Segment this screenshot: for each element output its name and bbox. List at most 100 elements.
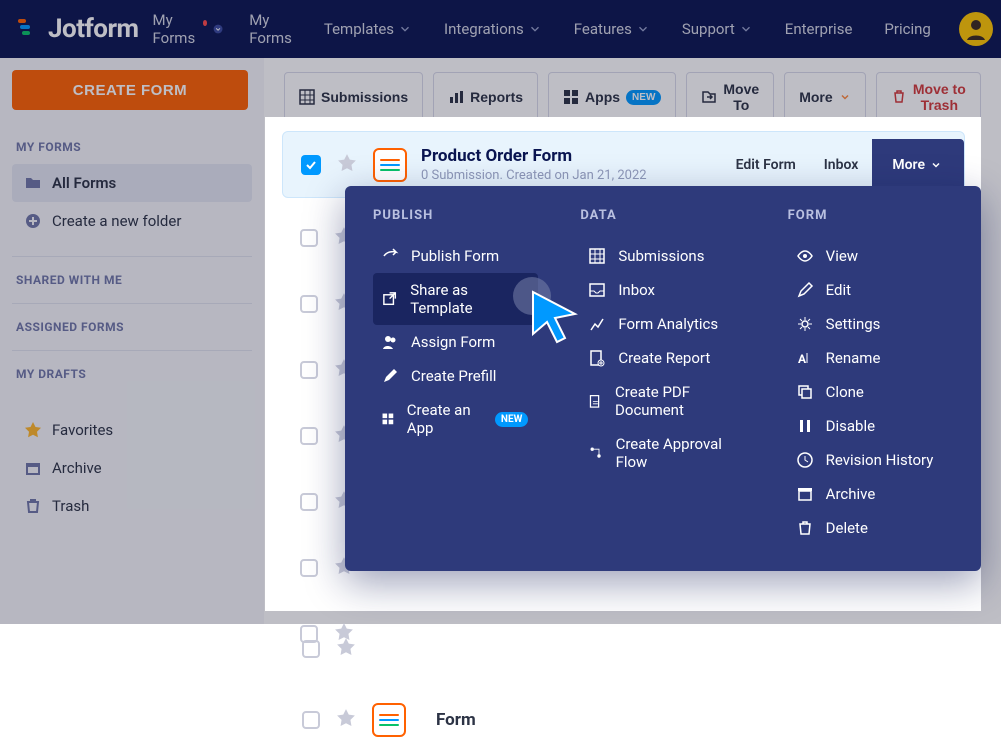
checkbox[interactable] [302, 711, 320, 729]
menu-submissions[interactable]: Submissions [580, 239, 745, 273]
checkbox[interactable] [300, 493, 318, 511]
toolbar-more[interactable]: More [784, 72, 865, 122]
svg-text:A: A [798, 352, 807, 366]
toolbar-apps[interactable]: AppsNEW [548, 72, 676, 122]
menu-col-data: DATA Submissions Inbox Form Analytics Cr… [580, 208, 745, 545]
button-label: Move To [723, 81, 759, 113]
star-icon [24, 421, 42, 439]
nav-label: Integrations [444, 20, 524, 38]
more-button[interactable]: More [872, 139, 964, 191]
menu-archive[interactable]: Archive [788, 477, 953, 511]
menu-settings[interactable]: Settings [788, 307, 953, 341]
menu-rename[interactable]: ARename [788, 341, 953, 375]
edit-form-link[interactable]: Edit Form [722, 149, 810, 181]
menu-label: Disable [826, 417, 875, 435]
archive-icon [796, 485, 814, 503]
sidebar-heading-assigned: ASSIGNED FORMS [16, 320, 248, 334]
nav-myforms-dropdown[interactable]: My Forms [153, 11, 234, 47]
create-form-button[interactable]: CREATE FORM [12, 70, 248, 110]
nav-support[interactable]: Support [666, 20, 769, 38]
checkbox[interactable] [300, 229, 318, 247]
menu-clone[interactable]: Clone [788, 375, 953, 409]
pdf-icon [588, 392, 603, 410]
trash-icon [891, 89, 907, 105]
sidebar-heading-shared: SHARED WITH ME [16, 273, 248, 287]
menu-label: Inbox [618, 281, 655, 299]
sidebar-item-new-folder[interactable]: Create a new folder [12, 202, 252, 240]
star-icon[interactable] [336, 708, 356, 732]
checkbox[interactable] [300, 295, 318, 313]
toolbar-move-to[interactable]: Move To [686, 72, 774, 122]
logo[interactable]: Jotform [16, 14, 139, 44]
checkbox[interactable] [300, 559, 318, 577]
button-label: More [892, 157, 925, 173]
nav-templates[interactable]: Templates [308, 20, 428, 38]
menu-create-approval-flow[interactable]: Create Approval Flow [580, 427, 745, 479]
sidebar: CREATE FORM MY FORMS All Forms Create a … [0, 58, 264, 624]
menu-label: Form Analytics [618, 315, 718, 333]
menu-heading: DATA [580, 208, 745, 223]
checkbox[interactable] [300, 361, 318, 379]
sidebar-item-trash[interactable]: Trash [12, 487, 252, 525]
form-title: Form [436, 710, 476, 730]
star-icon[interactable] [337, 153, 357, 177]
nav-label: Support [682, 20, 735, 38]
nav-features[interactable]: Features [558, 20, 666, 38]
logo-icon [16, 15, 40, 43]
toolbar-move-to-trash[interactable]: Move to Trash [876, 72, 981, 122]
toolbar-reports[interactable]: Reports [433, 72, 538, 122]
analytics-icon [588, 315, 606, 333]
form-title: Product Order Form [421, 146, 647, 166]
nav-label: My Forms [249, 11, 292, 47]
avatar[interactable] [959, 12, 993, 46]
menu-create-report[interactable]: Create Report [580, 341, 745, 375]
menu-assign-form[interactable]: Assign Form [373, 325, 538, 359]
chevron-down-icon [213, 22, 223, 36]
sidebar-item-archive[interactable]: Archive [12, 449, 252, 487]
sidebar-item-all-forms[interactable]: All Forms [12, 164, 252, 202]
nav-label: Pricing [884, 20, 930, 38]
menu-edit[interactable]: Edit [788, 273, 953, 307]
menu-view[interactable]: View [788, 239, 953, 273]
menu-create-an-app[interactable]: Create an AppNEW [373, 393, 538, 445]
flow-icon [588, 444, 603, 462]
checkbox[interactable] [300, 625, 318, 643]
nav-my-forms[interactable]: My Forms [233, 11, 308, 47]
button-label: Submissions [321, 89, 408, 105]
chevron-down-icon [398, 22, 412, 36]
nav-enterprise[interactable]: Enterprise [769, 20, 869, 38]
menu-label: Share as Template [410, 281, 528, 317]
checkbox-checked[interactable] [301, 155, 321, 175]
grid-icon [588, 247, 606, 265]
checkbox[interactable] [300, 427, 318, 445]
inbox-link[interactable]: Inbox [810, 149, 873, 181]
button-label: Reports [470, 89, 523, 105]
nav-integrations[interactable]: Integrations [428, 20, 558, 38]
trash-icon [796, 519, 814, 537]
list-item[interactable] [282, 608, 965, 660]
menu-create-prefill[interactable]: Create Prefill [373, 359, 538, 393]
menu-disable[interactable]: Disable [788, 409, 953, 443]
apps-icon [563, 89, 579, 105]
sidebar-item-favorites[interactable]: Favorites [12, 411, 252, 449]
toolbar-submissions[interactable]: Submissions [284, 72, 423, 122]
menu-label: Create an App [407, 401, 479, 437]
menu-form-analytics[interactable]: Form Analytics [580, 307, 745, 341]
logo-text: Jotform [48, 14, 139, 44]
chevron-down-icon [839, 91, 851, 103]
menu-label: Archive [826, 485, 876, 503]
menu-label: Publish Form [411, 247, 499, 265]
star-icon[interactable] [334, 622, 354, 646]
menu-publish-form[interactable]: Publish Form [373, 239, 538, 273]
menu-inbox[interactable]: Inbox [580, 273, 745, 307]
nav-pricing[interactable]: Pricing [868, 20, 946, 38]
list-item[interactable]: Form [284, 689, 981, 751]
sidebar-heading-drafts: MY DRAFTS [16, 367, 248, 381]
nav-label: My Forms [153, 11, 201, 47]
sidebar-item-label: Trash [52, 497, 89, 515]
menu-delete[interactable]: Delete [788, 511, 953, 545]
menu-revision-history[interactable]: Revision History [788, 443, 953, 477]
clone-icon [796, 383, 814, 401]
plus-circle-icon [24, 212, 42, 230]
menu-create-pdf-document[interactable]: Create PDF Document [580, 375, 745, 427]
